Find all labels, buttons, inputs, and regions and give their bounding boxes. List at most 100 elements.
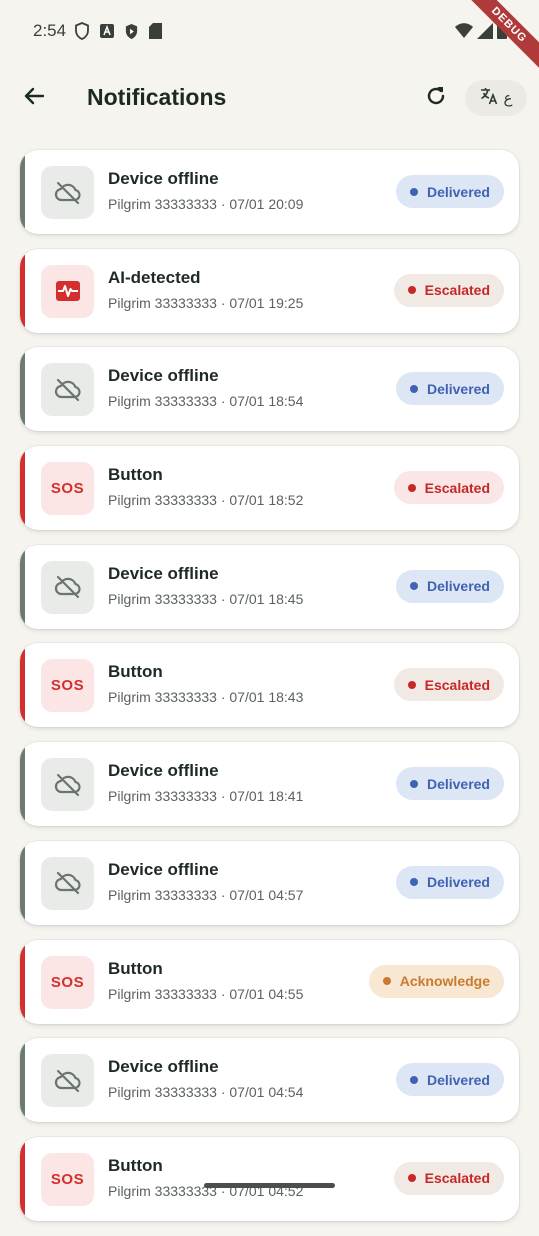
- sos-icon: SOS: [41, 462, 94, 516]
- sos-icon-label: SOS: [50, 480, 85, 498]
- status-badge-label: Delivered: [426, 183, 490, 200]
- status-badge-label: Delivered: [426, 380, 490, 397]
- notification-subtitle: Pilgrim 33333333 · 07/01 18:52: [108, 492, 304, 509]
- home-indicator[interactable]: [204, 1183, 335, 1188]
- card-accent-bar: [20, 446, 25, 531]
- status-dot-icon: [409, 878, 418, 887]
- status-badge: Delivered: [395, 175, 504, 208]
- status-badge: Escalated: [393, 273, 504, 307]
- status-dot-icon: [407, 286, 416, 295]
- status-badge: Delivered: [395, 865, 504, 899]
- notification-subtitle: Pilgrim 33333333 · 07/01 18:45: [108, 590, 304, 607]
- status-badge-label: Delivered: [426, 578, 490, 595]
- notification-card[interactable]: SOS Button Pilgrim 33333333 · 07/01 18:43 E…: [20, 643, 519, 728]
- sd-card-icon: [149, 23, 162, 44]
- notification-card[interactable]: Device offline Pilgrim 33333333 · 07/01 0…: [20, 1038, 519, 1123]
- sos-icon: SOS: [41, 1152, 94, 1206]
- card-accent-bar: [20, 1038, 25, 1123]
- status-dot-icon: [409, 582, 418, 591]
- notification-subtitle: Pilgrim 33333333 · 07/01 18:43: [108, 689, 304, 706]
- status-time: 2:54: [33, 21, 67, 40]
- notification-subtitle: Pilgrim 33333333 · 07/01 04:57: [108, 886, 304, 903]
- app-bar: Notifications ع: [0, 62, 539, 134]
- status-badge-label: Escalated: [424, 676, 490, 693]
- notification-subtitle: Pilgrim 33333333 · 07/01 20:09: [108, 196, 304, 212]
- notification-card[interactable]: SOS Button Pilgrim 33333333 · 07/01 18:52 E…: [20, 446, 519, 531]
- status-dot-icon: [409, 384, 418, 393]
- status-badge: Acknowledge: [368, 964, 504, 998]
- status-badge: Escalated: [393, 668, 504, 702]
- notification-card[interactable]: Device offline Pilgrim 33333333 · 07/01 1…: [20, 544, 519, 629]
- cloud-off-icon: [41, 1054, 94, 1108]
- status-badge-label: Delivered: [426, 874, 490, 891]
- status-bar: 2:54 DEBUG: [0, 0, 539, 74]
- notifications-list: Device offline Pilgrim 33333333 · 07/01 2…: [20, 150, 519, 1236]
- status-badge: Escalated: [393, 471, 504, 505]
- language-toggle-button[interactable]: ع: [465, 80, 527, 116]
- cloud-off-icon: [41, 560, 94, 614]
- notification-card[interactable]: SOS Button Pilgrim 33333333 · 07/01 04:55 A…: [20, 939, 519, 1024]
- card-accent-bar: [20, 150, 25, 234]
- card-accent-bar: [20, 939, 25, 1024]
- card-accent-bar: [20, 248, 25, 333]
- notification-title: Device offline: [108, 1057, 219, 1077]
- status-badge-label: Escalated: [424, 1170, 490, 1187]
- notification-title: Device offline: [108, 169, 219, 188]
- language-label: ع: [503, 90, 513, 107]
- status-badge: Delivered: [395, 767, 504, 801]
- notification-title: Button: [108, 1155, 163, 1175]
- notification-title: Button: [108, 958, 163, 978]
- status-dot-icon: [407, 483, 416, 492]
- back-button[interactable]: [18, 82, 50, 114]
- status-icons-left: [74, 22, 162, 45]
- shield-outline-icon: [74, 22, 90, 45]
- notification-card[interactable]: Device offline Pilgrim 33333333 · 07/01 1…: [20, 347, 519, 432]
- card-accent-bar: [20, 742, 25, 827]
- sos-icon: SOS: [41, 659, 94, 713]
- status-badge: Delivered: [395, 569, 504, 603]
- notification-title: AI-detected: [108, 267, 201, 287]
- notification-title: Device offline: [108, 563, 219, 583]
- status-dot-icon: [409, 187, 418, 196]
- status-badge-label: Delivered: [426, 775, 490, 792]
- notification-title: Device offline: [108, 859, 219, 879]
- card-accent-bar: [20, 840, 25, 925]
- status-badge-label: Escalated: [424, 282, 490, 299]
- status-badge: Escalated: [393, 1161, 504, 1195]
- card-accent-bar: [20, 544, 25, 629]
- notification-title: Device offline: [108, 366, 219, 386]
- status-dot-icon: [407, 1174, 416, 1183]
- notification-title: Button: [108, 662, 163, 682]
- heart-monitor-icon: [41, 264, 94, 318]
- cloud-off-icon: [41, 856, 94, 910]
- notification-card[interactable]: AI-detected Pilgrim 33333333 · 07/01 19:2…: [20, 248, 519, 333]
- sos-icon-label: SOS: [50, 973, 85, 991]
- notification-subtitle: Pilgrim 33333333 · 07/01 19:25: [108, 294, 304, 311]
- notification-title: Device offline: [108, 761, 219, 781]
- cloud-off-icon: [41, 166, 94, 219]
- status-badge: Delivered: [395, 372, 504, 406]
- notification-card[interactable]: Device offline Pilgrim 33333333 · 07/01 1…: [20, 742, 519, 827]
- notification-card[interactable]: Device offline Pilgrim 33333333 · 07/01 0…: [20, 840, 519, 925]
- page-title: Notifications: [87, 84, 227, 110]
- shield-play-icon: [124, 23, 139, 45]
- arrow-back-icon: [22, 84, 46, 113]
- card-accent-bar: [20, 347, 25, 432]
- notification-subtitle: Pilgrim 33333333 · 07/01 18:54: [108, 393, 304, 410]
- notification-subtitle: Pilgrim 33333333 · 07/01 04:54: [108, 1084, 304, 1101]
- translate-icon: [480, 87, 498, 110]
- sos-icon-label: SOS: [50, 677, 85, 695]
- status-badge-label: Escalated: [424, 479, 490, 496]
- refresh-icon: [424, 84, 448, 113]
- status-badge-label: Delivered: [426, 1071, 490, 1088]
- notification-card[interactable]: SOS Button Pilgrim 33333333 · 07/01 04:52 E…: [20, 1136, 519, 1221]
- status-dot-icon: [382, 977, 391, 985]
- refresh-button[interactable]: [420, 82, 452, 114]
- notification-title: Button: [108, 465, 163, 485]
- status-badge: Delivered: [395, 1063, 504, 1097]
- sos-icon-label: SOS: [50, 1170, 85, 1188]
- status-dot-icon: [407, 680, 416, 689]
- notification-card[interactable]: Device offline Pilgrim 33333333 · 07/01 2…: [20, 150, 519, 234]
- status-badge-label: Acknowledge: [399, 973, 490, 989]
- sos-icon: SOS: [41, 955, 94, 1009]
